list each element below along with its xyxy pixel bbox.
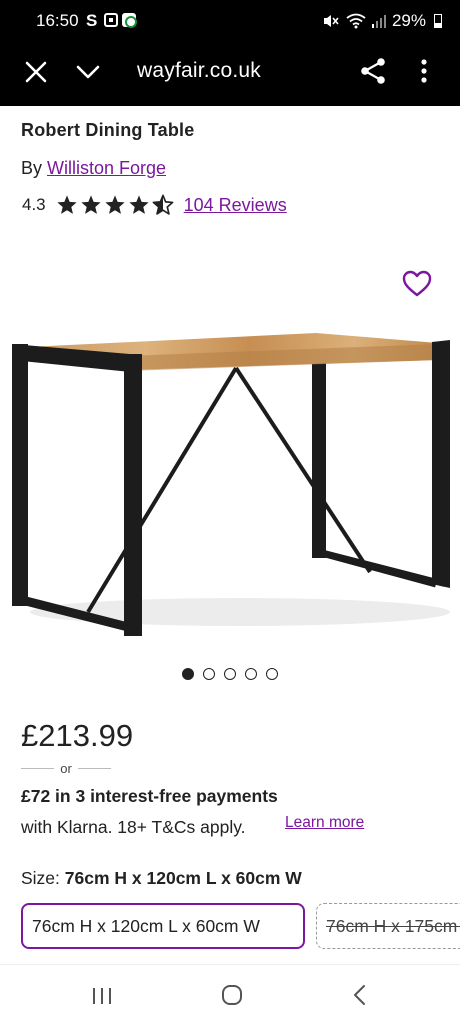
reviews-link[interactable]: 104 Reviews [184, 195, 287, 216]
rating-row: 4.3 104 Reviews [22, 193, 287, 217]
image-carousel-dots[interactable] [182, 668, 278, 680]
product-image[interactable] [0, 320, 460, 650]
size-label: Size: 76cm H x 120cm L x 60cm W [21, 868, 302, 889]
size-label-prefix: Size: [21, 868, 60, 888]
star-icon [81, 195, 101, 214]
home-icon[interactable] [220, 983, 244, 1007]
url-display[interactable]: wayfair.co.uk [137, 59, 261, 83]
recent-apps-icon[interactable] [90, 985, 114, 1007]
star-icon [105, 195, 125, 214]
or-separator: or [21, 760, 111, 776]
signal-icon [371, 15, 386, 28]
brand-line: By Williston Forge [21, 158, 166, 179]
share-icon[interactable] [358, 56, 388, 86]
product-price: £213.99 [21, 718, 134, 753]
carousel-dot[interactable] [182, 668, 194, 680]
mute-icon [323, 15, 339, 27]
carousel-dot[interactable] [245, 668, 257, 680]
heart-icon[interactable] [402, 270, 432, 298]
brand-prefix: By [21, 158, 48, 178]
size-option-selected[interactable]: 76cm H x 120cm L x 60cm W [21, 903, 305, 949]
chevron-down-icon[interactable] [74, 58, 102, 86]
browser-toolbar: wayfair.co.uk [0, 42, 460, 106]
star-icon [57, 195, 77, 214]
status-s-indicator: S [86, 11, 98, 30]
rating-value: 4.3 [22, 195, 46, 214]
divider-line [77, 767, 111, 769]
system-nav-bar [0, 964, 460, 1024]
product-title: Robert Dining Table [21, 120, 195, 140]
size-options: 76cm H x 120cm L x 60cm W 76cm H x 175cm… [21, 903, 460, 951]
carousel-dot[interactable] [266, 668, 278, 680]
app-notification-icon [122, 13, 137, 28]
rating-stars [56, 194, 174, 216]
more-vert-icon[interactable] [414, 56, 434, 86]
or-text: or [60, 760, 72, 776]
notification-square-icon [104, 13, 118, 27]
klarna-payment-offer: £72 in 3 interest-free payments [21, 786, 278, 806]
klarna-terms: with Klarna. 18+ T&Cs apply. [21, 817, 246, 837]
divider-line [21, 767, 55, 769]
battery-icon [434, 14, 442, 28]
status-right: 29% [322, 11, 442, 31]
back-icon[interactable] [350, 983, 370, 1007]
close-icon[interactable] [22, 58, 50, 86]
carousel-dot[interactable] [224, 668, 236, 680]
carousel-dot[interactable] [203, 668, 215, 680]
status-bar: 16:50 S 29% [0, 0, 460, 42]
battery-percent: 29% [391, 11, 426, 30]
brand-link[interactable]: Williston Forge [47, 158, 166, 178]
learn-more-link[interactable]: Learn more [285, 814, 364, 832]
size-selected-value: 76cm H x 120cm L x 60cm W [64, 868, 302, 888]
size-option-unavailable[interactable]: 76cm H x 175cm L x 90cm W [316, 903, 460, 949]
wifi-icon [346, 13, 366, 29]
star-icon [129, 195, 149, 214]
status-time: 16:50 [36, 11, 79, 30]
star-half-icon [152, 194, 174, 215]
